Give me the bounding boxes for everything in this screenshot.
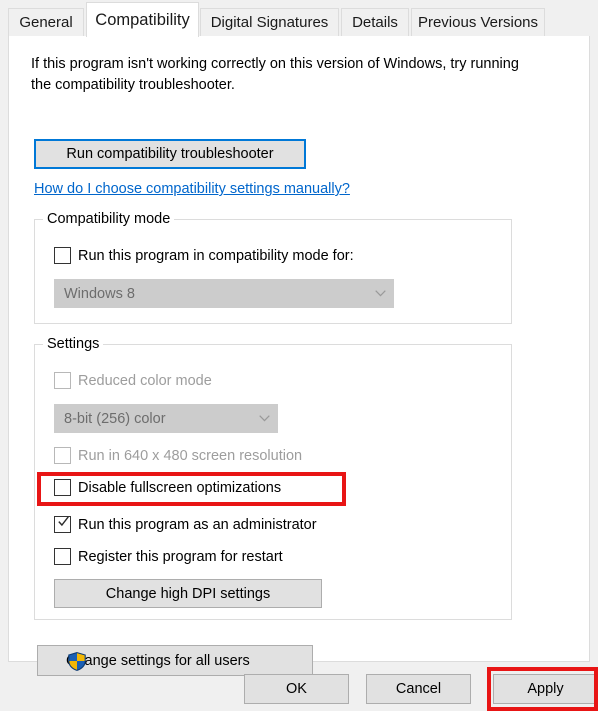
tab-compatibility[interactable]: Compatibility [86,2,199,37]
button-label: OK [286,681,307,697]
checkbox-box [54,247,71,264]
compatibility-tab-panel: If this program isn't working correctly … [8,36,590,676]
tab-general[interactable]: General [8,8,84,36]
tab-label: General [19,14,73,31]
run-compatibility-troubleshooter-button[interactable]: Run compatibility troubleshooter [34,139,306,169]
tab-label: Digital Signatures [210,14,329,31]
groupbox-title: Compatibility mode [43,211,175,227]
checkbox-box [54,479,71,496]
button-label: Cancel [395,681,442,697]
run-in-compatibility-mode-checkbox[interactable]: Run this program in compatibility mode f… [54,247,354,264]
checkbox-box [54,372,71,389]
combobox-value: Windows 8 [64,285,135,302]
tab-details[interactable]: Details [341,8,409,36]
chevron-down-icon [367,290,393,297]
change-high-dpi-settings-button[interactable]: Change high DPI settings [54,579,322,608]
chevron-down-icon [251,415,277,422]
checkbox-label: Disable fullscreen optimizations [78,479,282,496]
disable-fullscreen-optimizations-checkbox[interactable]: Disable fullscreen optimizations [54,479,281,496]
register-this-program-for-restart-checkbox[interactable]: Register this program for restart [54,548,283,565]
checkmark-icon [58,516,69,527]
checkbox-box [54,516,71,533]
color-depth-combobox[interactable]: 8-bit (256) color [54,404,278,433]
tab-label: Details [352,14,398,31]
cancel-button[interactable]: Cancel [366,674,471,704]
tab-label: Previous Versions [417,14,539,31]
checkbox-label: Run this program in compatibility mode f… [78,247,354,264]
checkbox-label: Run this program as an administrator [78,516,317,533]
checkbox-box [54,548,71,565]
checkbox-label: Run in 640 x 480 screen resolution [78,447,303,464]
run-in-640x480-checkbox[interactable]: Run in 640 x 480 screen resolution [54,447,302,464]
intro-text: If this program isn't working correctly … [31,56,519,93]
checkbox-label: Register this program for restart [78,548,283,565]
tab-previous-versions[interactable]: Previous Versions [411,8,545,36]
combobox-value: 8-bit (256) color [64,410,166,427]
reduced-color-mode-checkbox[interactable]: Reduced color mode [54,372,212,389]
compatibility-mode-groupbox: Compatibility mode [34,211,512,324]
compatibility-settings-help-link[interactable]: How do I choose compatibility settings m… [34,181,350,197]
run-this-program-as-an-administrator-checkbox[interactable]: Run this program as an administrator [54,516,317,533]
tab-strip: General Compatibility Digital Signatures… [0,0,598,37]
tab-label: Compatibility [95,10,190,29]
button-label: Change high DPI settings [105,585,271,602]
button-label: Apply [527,681,564,697]
compatibility-mode-version-combobox[interactable]: Windows 8 [54,279,394,308]
ok-button[interactable]: OK [244,674,349,704]
uac-shield-icon [68,652,86,671]
checkbox-label: Reduced color mode [78,372,212,389]
button-label: Run compatibility troubleshooter [66,146,274,162]
checkbox-box [54,447,71,464]
tab-digital-signatures[interactable]: Digital Signatures [200,8,339,36]
change-settings-for-all-users-button[interactable]: Change settings for all users [37,645,313,676]
groupbox-title: Settings [43,336,104,352]
apply-button[interactable]: Apply [493,674,598,704]
button-label: Change settings for all users [66,652,250,669]
